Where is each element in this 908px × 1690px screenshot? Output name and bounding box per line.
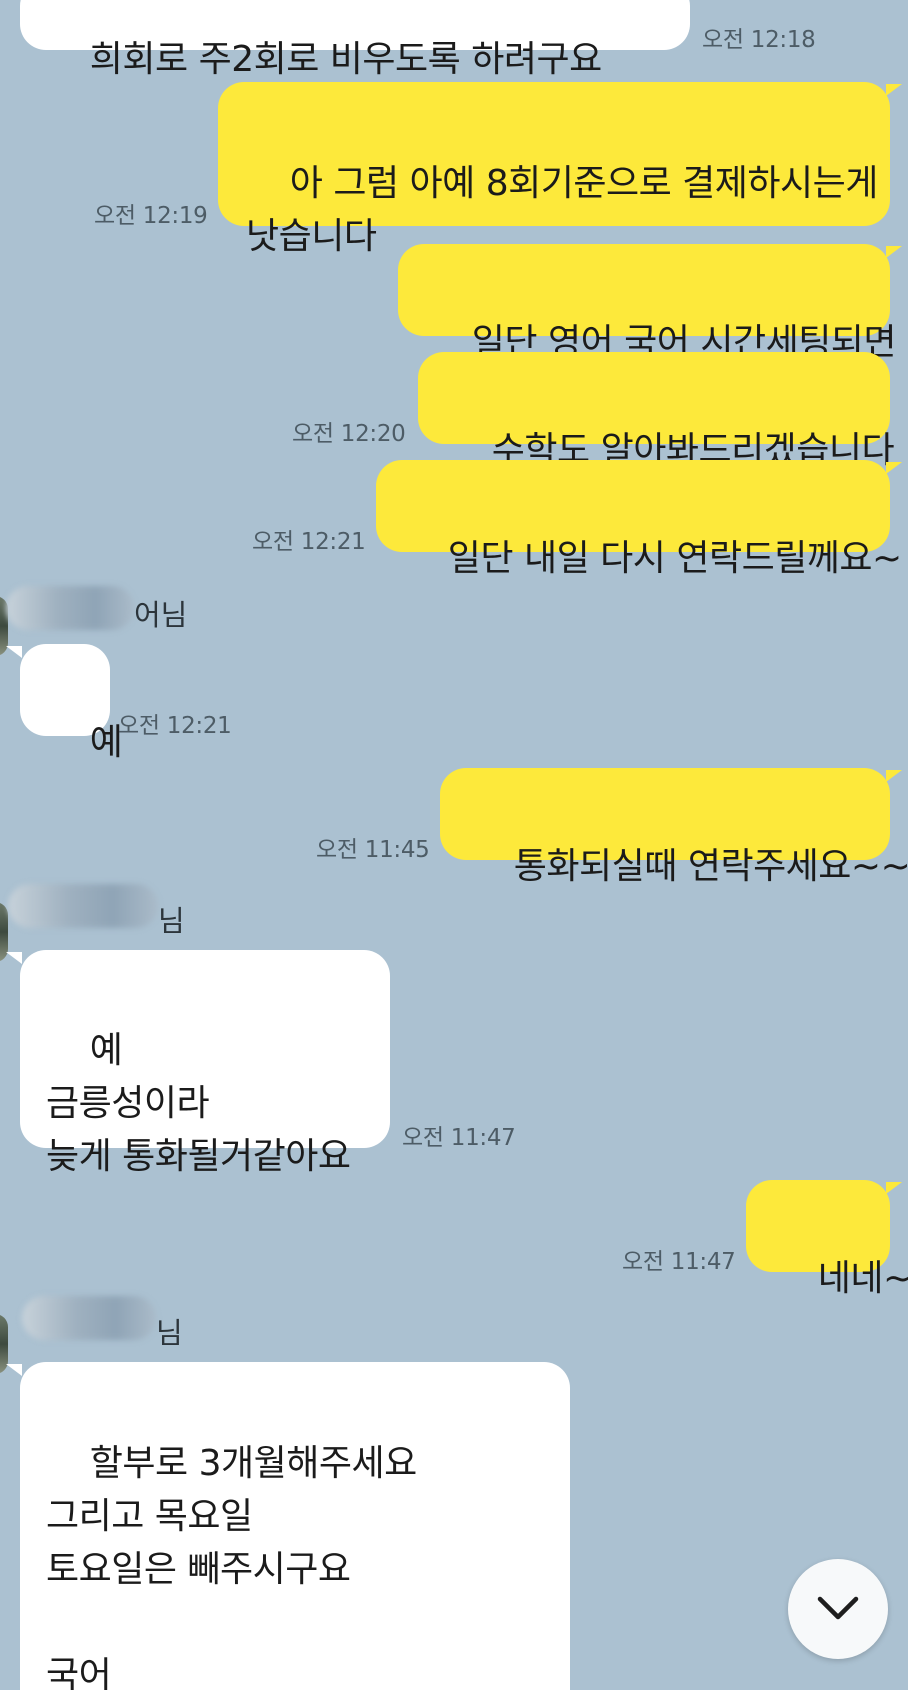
incoming-message[interactable]: 할부로 3개월해주세요 그리고 목요일 토요일은 빼주시구요 국어 영어 bbox=[20, 1362, 570, 1690]
sender-name-blur bbox=[22, 1296, 156, 1340]
message-text: 희회로 주2회로 비우도록 하려구요 bbox=[89, 39, 602, 80]
bubble-tail bbox=[886, 1182, 902, 1194]
chevron-down-icon bbox=[817, 1596, 859, 1620]
bubble-tail bbox=[886, 246, 902, 258]
message-time: 오전 12:20 bbox=[292, 421, 406, 447]
message-time: 오전 12:19 bbox=[94, 203, 208, 229]
sender-name-blur bbox=[6, 586, 134, 630]
outgoing-message[interactable]: 일단 내일 다시 연락드릴께요~ bbox=[376, 460, 902, 579]
incoming-message[interactable]: 예 금릉성이라 늦게 통화될거같아요 bbox=[20, 950, 390, 1177]
bubble-tail bbox=[6, 646, 22, 658]
message-time: 오전 11:45 bbox=[316, 837, 430, 863]
bubble-tail bbox=[886, 84, 902, 96]
outgoing-message[interactable]: 일단 영어 국어 시간세팅되면 bbox=[398, 244, 897, 363]
outgoing-message[interactable]: 네네~ bbox=[746, 1180, 908, 1299]
scroll-to-bottom-button[interactable] bbox=[788, 1559, 888, 1659]
incoming-message[interactable]: 희회로 주2회로 비우도록 하려구요 bbox=[20, 0, 690, 80]
message-time: 오전 12:18 bbox=[702, 27, 816, 53]
outgoing-message[interactable]: 통화되실때 연락주세요~~ bbox=[440, 768, 908, 887]
message-text: 네네~ bbox=[817, 1258, 908, 1299]
message-text: 통화되실때 연락주세요~~ bbox=[513, 846, 908, 887]
message-text: 일단 내일 다시 연락드릴께요~ bbox=[447, 538, 902, 579]
sender-name-blur bbox=[8, 884, 158, 928]
outgoing-message[interactable]: 아 그럼 아예 8회기준으로 결제하시는게 낫습니다 bbox=[218, 82, 890, 257]
message-time: 오전 12:21 bbox=[252, 529, 366, 555]
outgoing-message[interactable]: 수학도 알아봐드리겠습니다 bbox=[418, 352, 895, 471]
bubble-tail bbox=[886, 770, 902, 782]
message-text: 예 금릉성이라 늦게 통화될거같아요 bbox=[46, 1030, 351, 1177]
bubble-tail bbox=[886, 462, 902, 474]
message-time: 오전 11:47 bbox=[402, 1125, 516, 1151]
bubble-tail bbox=[6, 952, 22, 964]
message-text: 할부로 3개월해주세요 그리고 목요일 토요일은 빼주시구요 국어 영어 bbox=[46, 1443, 417, 1690]
chat-area[interactable]: 희회로 주2회로 비우도록 하려구요 오전 12:18 아 그럼 아예 8회기준… bbox=[0, 0, 908, 1690]
message-text: 아 그럼 아예 8회기준으로 결제하시는게 낫습니다 bbox=[246, 163, 878, 257]
incoming-message[interactable]: 예 bbox=[20, 644, 123, 763]
sender-name: 님 bbox=[156, 1316, 183, 1350]
message-time: 오전 12:21 bbox=[118, 713, 232, 739]
sender-name: 어님 bbox=[134, 598, 188, 632]
message-time: 오전 11:47 bbox=[622, 1249, 736, 1275]
sender-name: 님 bbox=[158, 904, 185, 938]
bubble-tail bbox=[6, 1364, 22, 1376]
